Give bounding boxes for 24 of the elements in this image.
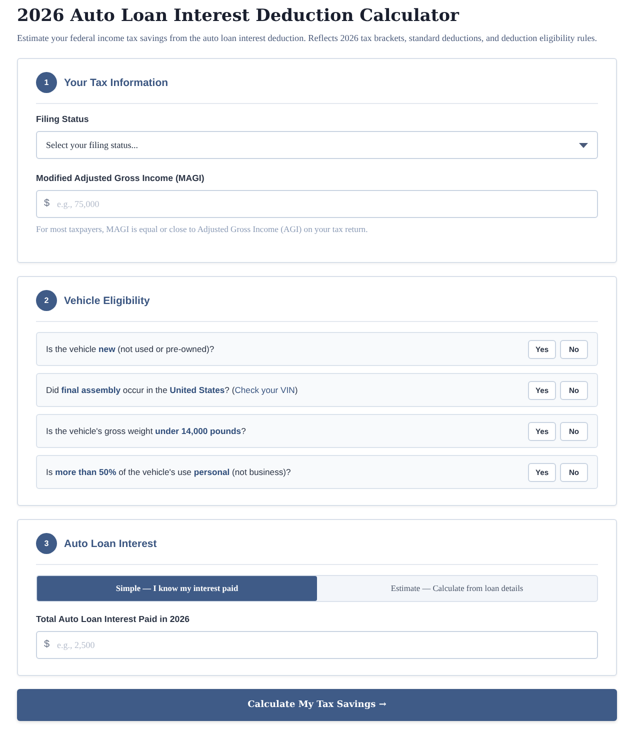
step-number-badge: 2	[36, 290, 57, 311]
question-text: Is the vehicle new (not used or pre-owned)?	[46, 344, 214, 354]
field-label: Modified Adjusted Gross Income (MAGI)	[36, 173, 206, 183]
section-heading: Vehicle Eligibility	[64, 294, 150, 306]
calculate-button[interactable]: Calculate My Tax Savings →	[17, 689, 617, 721]
field-label: Filing Status	[36, 114, 90, 124]
field-hint: For most taxpayers, MAGI is equal or close to Adjusted Gross Income (AGI) on your tax return.	[36, 224, 369, 234]
question-text: Did final assembly occur in the United States? (Check your VIN)	[46, 385, 298, 395]
section-heading: Your Tax Information	[64, 76, 168, 88]
caret-down-icon	[579, 142, 588, 148]
page-title: 2026 Auto Loan Interest Deduction Calculator	[17, 6, 460, 26]
currency-prefix: $	[44, 198, 50, 209]
section-heading: Auto Loan Interest	[64, 538, 157, 550]
vin-link[interactable]: Check your VIN	[234, 385, 295, 395]
page-subtitle: Estimate your federal income tax savings from the auto loan interest deduction. Reflects 2026 tax brackets, standard deductions, and deduction eligibility rules.	[17, 33, 598, 43]
step-number-badge: 3	[36, 533, 57, 554]
question-text: Is more than 50% of the vehicle's use personal (not business)?	[46, 467, 291, 477]
mode-tab[interactable]: Simple — I know my interest paid	[37, 576, 317, 601]
question-text: Is the vehicle's gross weight under 14,000 pounds?	[46, 426, 246, 436]
step-number-badge: 1	[36, 72, 57, 93]
mode-tab[interactable]: Estimate — Calculate from loan details	[317, 576, 597, 601]
currency-prefix: $	[44, 639, 50, 650]
field-label: Total Auto Loan Interest Paid in 2026	[36, 614, 190, 624]
filing-status-select[interactable]: Select your filing status...	[36, 131, 598, 159]
